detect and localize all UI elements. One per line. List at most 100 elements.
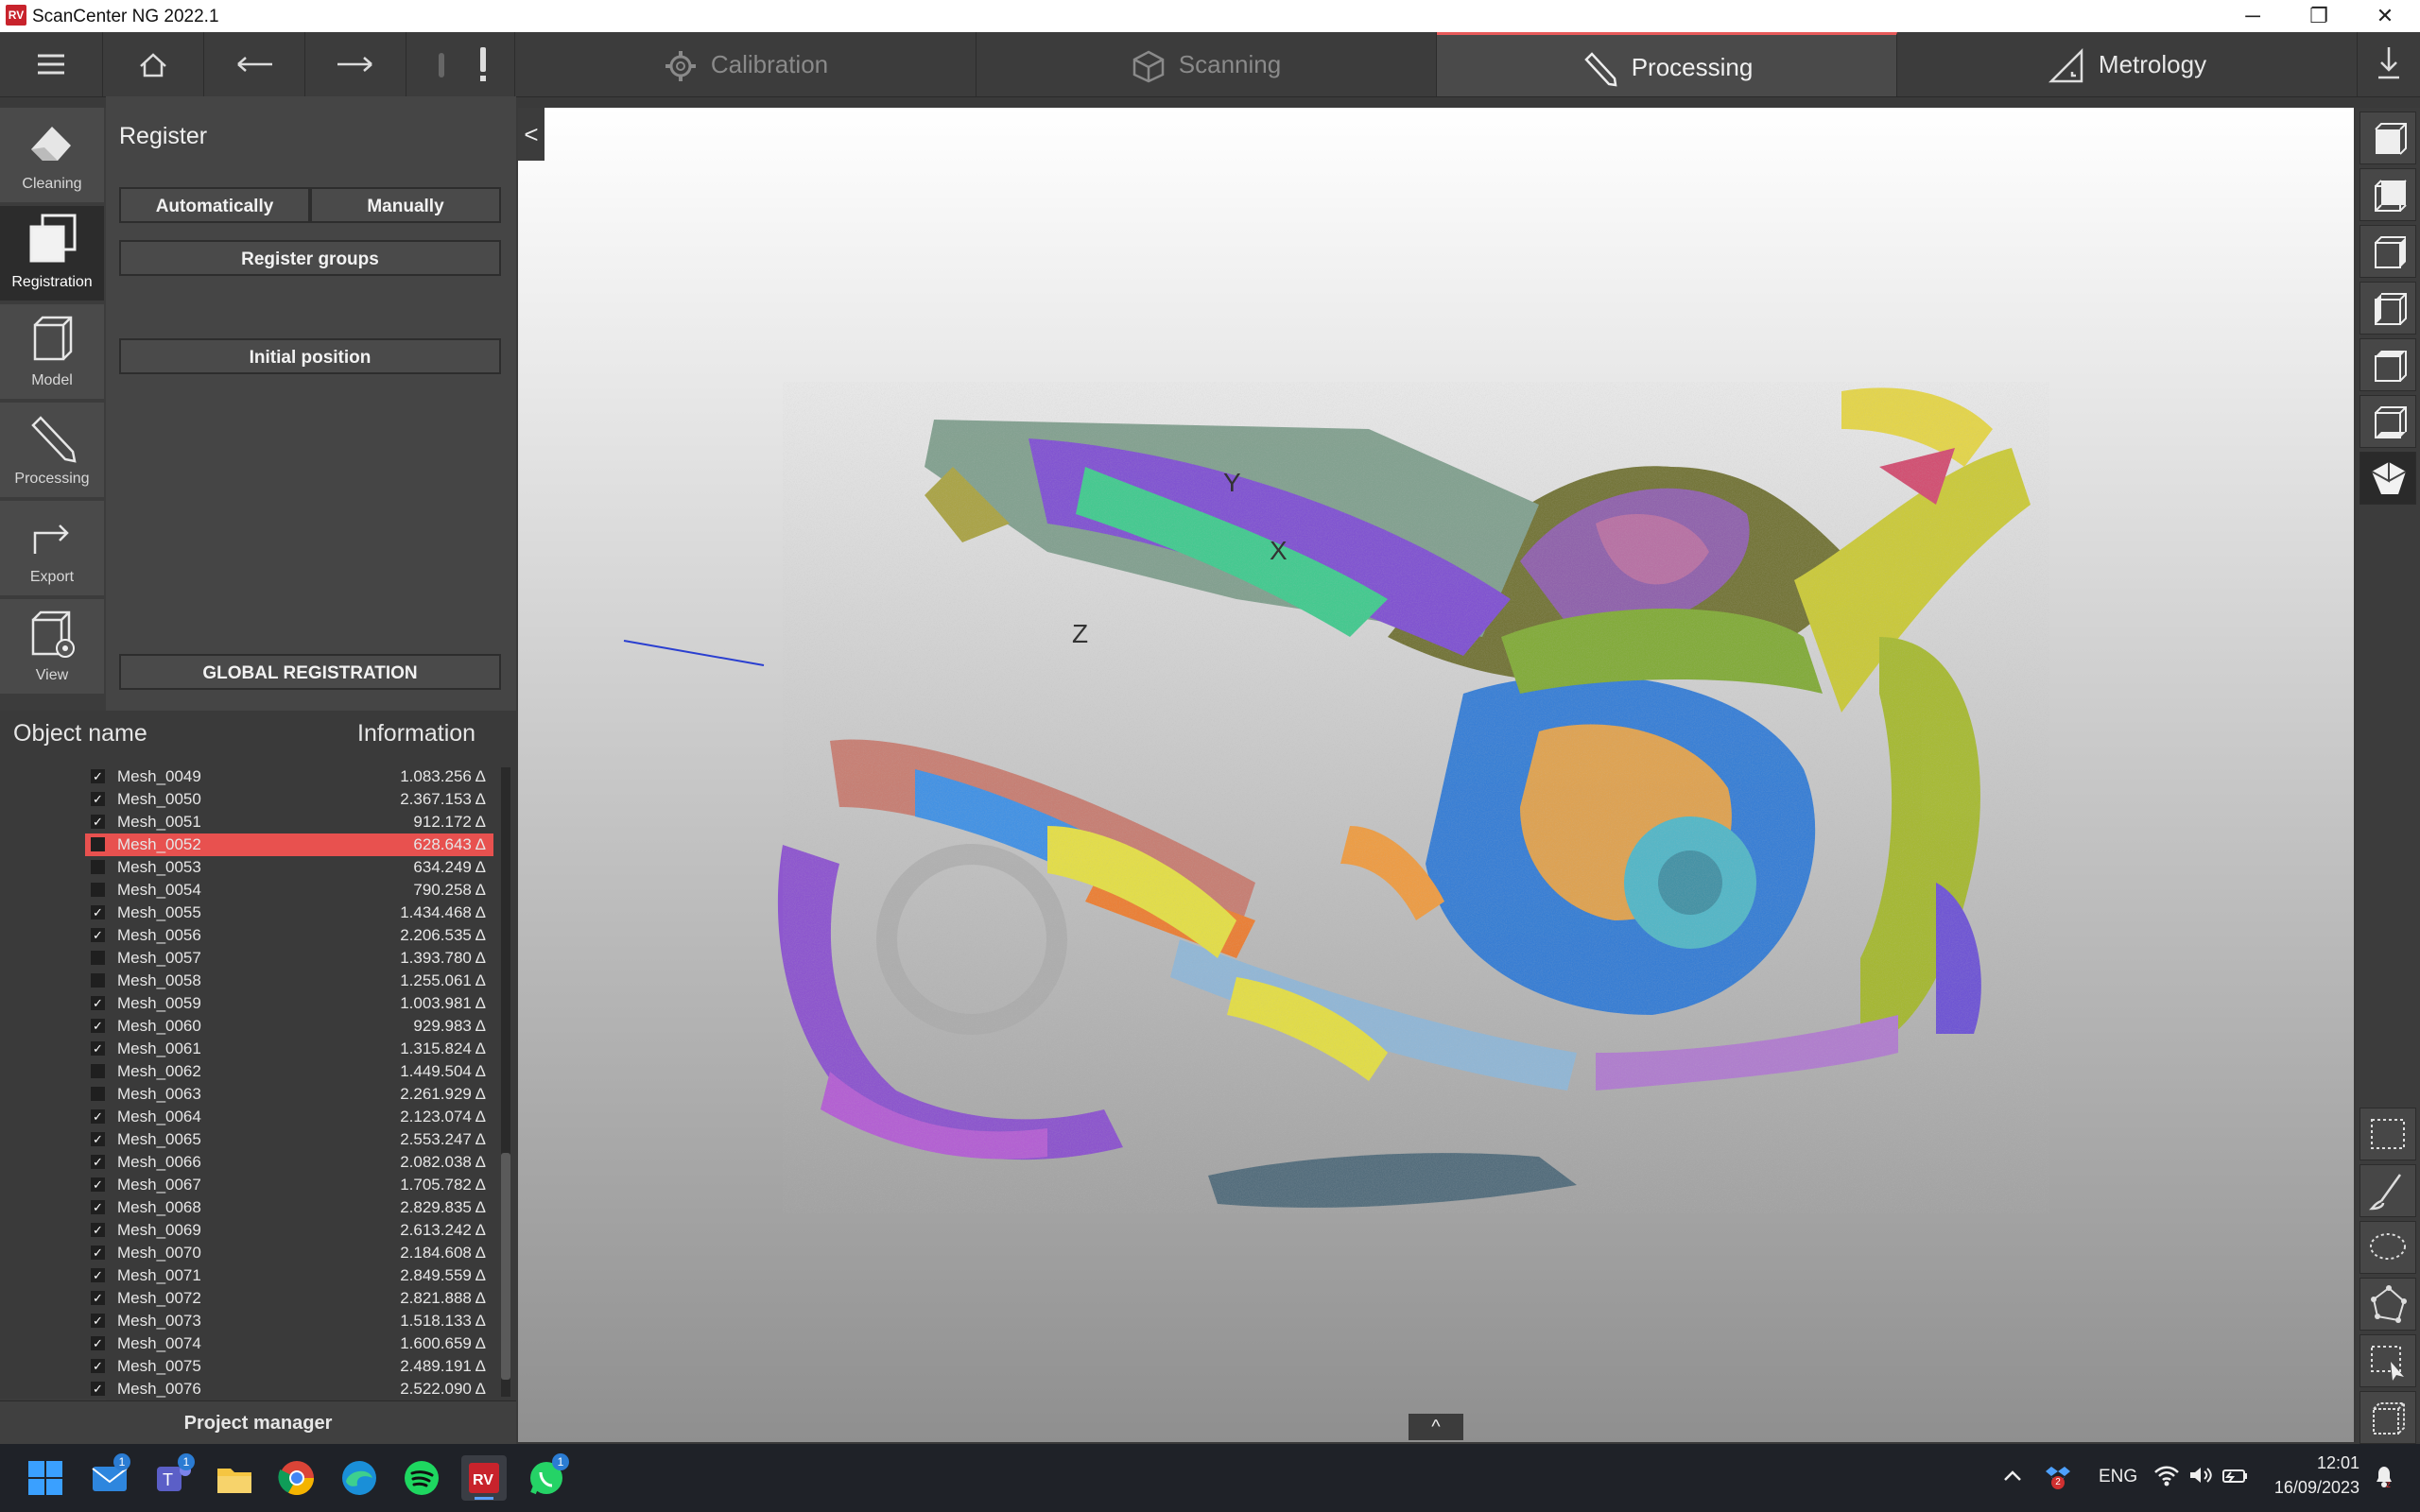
- select-cursor-button[interactable]: [2360, 1334, 2416, 1387]
- visibility-checkbox[interactable]: ✓: [91, 1177, 105, 1192]
- visibility-checkbox[interactable]: [91, 860, 105, 874]
- visibility-checkbox[interactable]: ✓: [91, 1155, 105, 1169]
- taskbar-edge[interactable]: [337, 1455, 382, 1501]
- column-object-name[interactable]: Object name: [13, 720, 147, 747]
- clock-time[interactable]: 12:01: [2278, 1453, 2360, 1473]
- battery-icon[interactable]: [2221, 1463, 2250, 1493]
- visibility-checkbox[interactable]: ✓: [91, 815, 105, 829]
- back-view-button[interactable]: [2360, 168, 2416, 221]
- top-view-button[interactable]: [2360, 338, 2416, 391]
- visibility-checkbox[interactable]: ✓: [91, 1314, 105, 1328]
- list-scrollbar-thumb[interactable]: [501, 1153, 510, 1380]
- list-item[interactable]: Mesh_0054 790.258 Δ: [85, 879, 493, 902]
- visibility-checkbox[interactable]: ✓: [91, 1109, 105, 1124]
- visibility-checkbox[interactable]: [91, 837, 105, 851]
- column-information[interactable]: Information: [357, 720, 475, 747]
- taskbar-scancenter[interactable]: RV: [461, 1455, 507, 1501]
- list-item[interactable]: ✓ Mesh_0070 2.184.608 Δ: [85, 1242, 493, 1264]
- home-button[interactable]: [103, 32, 204, 96]
- clock-date[interactable]: 16/09/2023: [2269, 1478, 2360, 1498]
- visibility-checkbox[interactable]: ✓: [91, 1291, 105, 1305]
- undo-button[interactable]: [204, 32, 305, 96]
- collapse-panel-button[interactable]: <: [518, 108, 544, 161]
- 3d-viewport[interactable]: Y X Z: [518, 108, 2354, 1442]
- visibility-checkbox[interactable]: ✓: [91, 1382, 105, 1396]
- taskbar-chrome[interactable]: [274, 1455, 320, 1501]
- list-item[interactable]: ✓ Mesh_0060 929.983 Δ: [85, 1015, 493, 1038]
- list-item[interactable]: ✓ Mesh_0049 1.083.256 Δ: [85, 765, 493, 788]
- visibility-checkbox[interactable]: [91, 973, 105, 988]
- list-item[interactable]: ✓ Mesh_0055 1.434.468 Δ: [85, 902, 493, 924]
- visibility-checkbox[interactable]: ✓: [91, 1041, 105, 1056]
- list-item[interactable]: Mesh_0053 634.249 Δ: [85, 856, 493, 879]
- dropbox-icon[interactable]: 2: [2046, 1463, 2070, 1493]
- visibility-checkbox[interactable]: ✓: [91, 1132, 105, 1146]
- list-item[interactable]: ✓ Mesh_0066 2.082.038 Δ: [85, 1151, 493, 1174]
- visibility-checkbox[interactable]: ✓: [91, 1019, 105, 1033]
- lasso-select-button[interactable]: [2360, 1221, 2416, 1274]
- taskbar-whatsapp[interactable]: 1: [524, 1453, 569, 1501]
- visibility-checkbox[interactable]: ✓: [91, 1200, 105, 1214]
- point-cloud-scan[interactable]: Y X Z: [518, 108, 2354, 1442]
- list-item[interactable]: ✓ Mesh_0064 2.123.074 Δ: [85, 1106, 493, 1128]
- start-button[interactable]: [23, 1455, 68, 1501]
- close-button[interactable]: ✕: [2352, 0, 2418, 32]
- left-view-button[interactable]: [2360, 282, 2416, 335]
- tab-scanning[interactable]: Scanning: [977, 32, 1437, 96]
- initial-position-button[interactable]: Initial position: [119, 338, 501, 374]
- expand-bottom-button[interactable]: ^: [1409, 1414, 1463, 1440]
- bottom-view-button[interactable]: [2360, 395, 2416, 448]
- list-item[interactable]: Mesh_0052 628.643 Δ: [85, 833, 493, 856]
- nav-registration[interactable]: Registration: [0, 206, 104, 301]
- rect-select-button[interactable]: [2360, 1108, 2416, 1160]
- chevron-up-icon[interactable]: [2002, 1465, 2023, 1493]
- list-item[interactable]: Mesh_0063 2.261.929 Δ: [85, 1083, 493, 1106]
- visibility-checkbox[interactable]: ✓: [91, 1268, 105, 1282]
- visibility-checkbox[interactable]: [91, 883, 105, 897]
- list-item[interactable]: ✓ Mesh_0051 912.172 Δ: [85, 811, 493, 833]
- list-item[interactable]: ✓ Mesh_0074 1.600.659 Δ: [85, 1332, 493, 1355]
- list-item[interactable]: Mesh_0062 1.449.504 Δ: [85, 1060, 493, 1083]
- manually-button[interactable]: Manually: [310, 187, 501, 223]
- list-item[interactable]: ✓ Mesh_0068 2.829.835 Δ: [85, 1196, 493, 1219]
- taskbar-spotify[interactable]: [399, 1455, 444, 1501]
- list-item[interactable]: ✓ Mesh_0050 2.367.153 Δ: [85, 788, 493, 811]
- visibility-checkbox[interactable]: ✓: [91, 1223, 105, 1237]
- box-select-button[interactable]: [2360, 1391, 2416, 1444]
- list-item[interactable]: ✓ Mesh_0056 2.206.535 Δ: [85, 924, 493, 947]
- download-button[interactable]: [2358, 32, 2420, 96]
- global-registration-button[interactable]: GLOBAL REGISTRATION: [119, 654, 501, 690]
- taskbar-mail[interactable]: 1: [87, 1453, 132, 1501]
- front-view-button[interactable]: [2360, 112, 2416, 164]
- list-item[interactable]: ✓ Mesh_0071 2.849.559 Δ: [85, 1264, 493, 1287]
- list-item[interactable]: ✓ Mesh_0075 2.489.191 Δ: [85, 1355, 493, 1378]
- list-item[interactable]: ✓ Mesh_0067 1.705.782 Δ: [85, 1174, 493, 1196]
- visibility-checkbox[interactable]: [91, 1087, 105, 1101]
- taskbar-teams[interactable]: T1: [149, 1453, 195, 1501]
- tab-calibration[interactable]: Calibration: [516, 32, 977, 96]
- list-item[interactable]: Mesh_0057 1.393.780 Δ: [85, 947, 493, 970]
- tab-processing[interactable]: Processing: [1437, 32, 1897, 96]
- register-groups-button[interactable]: Register groups: [119, 240, 501, 276]
- taskbar-file-explorer[interactable]: [212, 1455, 257, 1501]
- brush-select-button[interactable]: [2360, 1164, 2416, 1217]
- visibility-checkbox[interactable]: [91, 951, 105, 965]
- visibility-checkbox[interactable]: ✓: [91, 1359, 105, 1373]
- iso-view-button[interactable]: [2360, 452, 2416, 505]
- list-item[interactable]: ✓ Mesh_0076 2.522.090 Δ: [85, 1378, 493, 1399]
- visibility-checkbox[interactable]: ✓: [91, 1246, 105, 1260]
- list-item[interactable]: ✓ Mesh_0065 2.553.247 Δ: [85, 1128, 493, 1151]
- list-item[interactable]: ✓ Mesh_0073 1.518.133 Δ: [85, 1310, 493, 1332]
- tab-metrology[interactable]: Metrology: [1897, 32, 2358, 96]
- list-item[interactable]: ✓ Mesh_0072 2.821.888 Δ: [85, 1287, 493, 1310]
- minimize-button[interactable]: ─: [2220, 0, 2286, 32]
- visibility-checkbox[interactable]: [91, 1064, 105, 1078]
- notifications-icon[interactable]: z: [2371, 1463, 2397, 1495]
- nav-export[interactable]: Export: [0, 501, 104, 595]
- nav-model[interactable]: Model: [0, 304, 104, 399]
- automatically-button[interactable]: Automatically: [119, 187, 310, 223]
- project-manager-button[interactable]: Project manager: [0, 1400, 516, 1445]
- volume-icon[interactable]: [2187, 1463, 2214, 1493]
- menu-button[interactable]: [0, 32, 103, 96]
- list-item[interactable]: ✓ Mesh_0069 2.613.242 Δ: [85, 1219, 493, 1242]
